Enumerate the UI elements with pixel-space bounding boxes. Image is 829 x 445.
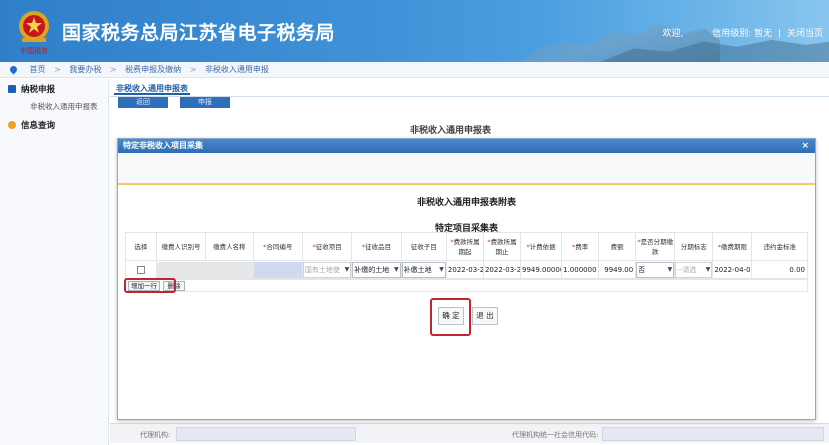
col-header: *计费依据: [519, 232, 563, 261]
taxpayer-name-cell: [205, 260, 254, 279]
levy-category-cell: 补缴的土地 ▼: [351, 260, 402, 279]
col-header: *征收项目: [301, 232, 353, 261]
col-header: 征收子目: [400, 232, 447, 261]
user-info: 欢迎, 信用级别: 暂无 | 关闭当页: [663, 26, 823, 39]
deadline-input[interactable]: 2022-04-0: [714, 262, 751, 278]
col-header: 违约金标准: [751, 232, 808, 261]
col-header: *费率: [561, 232, 600, 261]
credit-level: 信用级别: 暂无: [712, 29, 773, 39]
amount-input[interactable]: 9949.00: [600, 262, 635, 278]
close-page-link[interactable]: 关闭当页: [787, 29, 823, 39]
special-item-table: 选择 缴费人识别号 缴费人名称 *合同编号 *征收项目 *征收品目 征收子目 *…: [125, 232, 808, 279]
penalty-input[interactable]: 0.00: [753, 262, 807, 278]
period-end-input[interactable]: 2022-03-2: [484, 262, 520, 278]
sidebar: 纳税申报 非税收入通用申报表 信息查询: [0, 79, 109, 445]
tax-emblem-icon: [19, 11, 49, 42]
rate-cell: 1.000000: [561, 260, 600, 279]
basis-input[interactable]: 9949.00000: [521, 262, 561, 278]
deadline-cell: 2022-04-0: [712, 260, 753, 279]
highlight-box: [430, 298, 471, 336]
header-banner: 中国税务 国家税务总局江苏省电子税务局 欢迎, 信用级别: 暂无 | 关闭当页: [0, 0, 829, 62]
emblem-text: 中国税务: [20, 47, 48, 55]
highlight-box: [124, 278, 176, 293]
agency-credit-label: 代理机构统一社会信用代码:: [512, 431, 599, 439]
page-title: 非税收入通用申报表: [410, 126, 492, 136]
row-actions: 增加一行 删除: [125, 279, 808, 292]
back-button[interactable]: 返回: [118, 97, 168, 108]
col-header: *征收品目: [351, 232, 402, 261]
attachment-title: 非税收入通用申报表附表: [416, 198, 516, 208]
breadcrumb-tax[interactable]: 我要办税: [69, 65, 101, 74]
installment-select[interactable]: 否 ▼: [636, 261, 674, 278]
contract-no-cell: [252, 260, 303, 279]
installment-flag-select[interactable]: --请选 ▼: [675, 261, 712, 278]
col-header: 缴费人名称: [205, 232, 254, 261]
taxpayer-id-input[interactable]: [157, 261, 205, 278]
table-row: 国有土地使 ▼ 补缴的土地 ▼ 补缴土地 ▼ 2022-03-2 2022-03-2 …: [125, 260, 808, 279]
breadcrumb-separator: >: [189, 65, 197, 74]
col-header: *费款所属期止: [482, 232, 521, 261]
chevron-down-icon: ▼: [344, 266, 350, 273]
agency-field[interactable]: [176, 427, 356, 441]
col-header: *是否分期缴款: [635, 232, 676, 261]
chevron-down-icon: ▼: [667, 266, 673, 273]
chevron-down-icon: ▼: [705, 266, 711, 273]
breadcrumb-separator: >: [109, 65, 117, 74]
close-icon[interactable]: ×: [801, 139, 809, 153]
breadcrumb-declare[interactable]: 税费申报及缴纳: [125, 65, 181, 74]
col-header: 选择: [125, 232, 157, 261]
sidebar-item-info-query[interactable]: 信息查询: [8, 119, 55, 131]
table-header-row: 选择 缴费人识别号 缴费人名称 *合同编号 *征收项目 *征收品目 征收子目 *…: [125, 232, 808, 261]
dialog-title: 特定非税收入项目采集: [123, 141, 203, 150]
chevron-down-icon: ▼: [394, 266, 399, 273]
info-query-icon: [8, 121, 16, 129]
basis-cell: 9949.00000: [519, 260, 563, 279]
special-item-dialog: 特定非税收入项目采集 × 非税收入通用申报表附表 特定项目采集表 选择 缴费人识…: [117, 138, 816, 420]
breadcrumb-home[interactable]: 首页: [30, 65, 46, 74]
agency-credit-field[interactable]: [602, 427, 824, 441]
sidebar-item-non-tax-report[interactable]: 非税收入通用申报表: [30, 101, 98, 112]
levy-subcategory-select[interactable]: 补缴土地 ▼: [402, 261, 446, 278]
levy-category-select[interactable]: 补缴的土地 ▼: [352, 261, 401, 278]
rate-input[interactable]: 1.000000: [563, 262, 598, 278]
period-end-cell: 2022-03-2: [482, 260, 521, 279]
declare-button[interactable]: 申报: [180, 97, 230, 108]
period-start-input[interactable]: 2022-03-2: [447, 262, 483, 278]
agency-strip: 代理机构: 代理机构统一社会信用代码:: [110, 423, 829, 443]
agency-label: 代理机构:: [140, 431, 171, 439]
breadcrumb-separator: >: [54, 65, 61, 74]
col-header: 缴费人识别号: [155, 232, 207, 261]
col-header: *缴费期限: [712, 232, 753, 261]
period-start-cell: 2022-03-2: [445, 260, 484, 279]
taxpayer-name-input[interactable]: [206, 261, 253, 278]
contract-no-input[interactable]: [254, 261, 302, 278]
col-header: *合同编号: [252, 232, 303, 261]
exit-button[interactable]: 退 出: [472, 307, 498, 325]
dialog-header: 特定非税收入项目采集 ×: [118, 139, 815, 153]
breadcrumb: 首页 > 我要办税 > 税费申报及缴纳 > 非税收入通用申报: [0, 62, 829, 78]
col-header: 费额: [598, 232, 637, 261]
levy-item-cell: 国有土地使 ▼: [301, 260, 353, 279]
sidebar-item-tax-report[interactable]: 纳税申报: [8, 83, 55, 95]
levy-item-select[interactable]: 国有土地使 ▼: [303, 261, 351, 278]
installment-flag-cell: --请选 ▼: [674, 260, 714, 279]
col-header: 分期标志: [674, 232, 714, 261]
select-cell: [125, 260, 157, 279]
tab-non-tax-report[interactable]: 非税收入通用申报表: [114, 83, 190, 95]
welcome-text: 欢迎,: [662, 29, 684, 39]
levy-subcategory-cell: 补缴土地 ▼: [400, 260, 447, 279]
amount-cell: 9949.00: [598, 260, 637, 279]
dialog-toolbar-area: [118, 153, 815, 185]
row-checkbox[interactable]: [136, 265, 145, 274]
site-title: 国家税务总局江苏省电子税务局: [62, 22, 336, 44]
taxpayer-id-cell: [155, 260, 207, 279]
header-separator: |: [778, 29, 782, 39]
installment-cell: 否 ▼: [635, 260, 676, 279]
col-header: *费款所属期起: [445, 232, 484, 261]
tax-report-icon: [8, 85, 16, 93]
penalty-cell: 0.00: [751, 260, 808, 279]
chevron-down-icon: ▼: [439, 266, 444, 273]
location-pin-icon: [8, 64, 19, 75]
breadcrumb-current[interactable]: 非税收入通用申报: [205, 65, 269, 74]
